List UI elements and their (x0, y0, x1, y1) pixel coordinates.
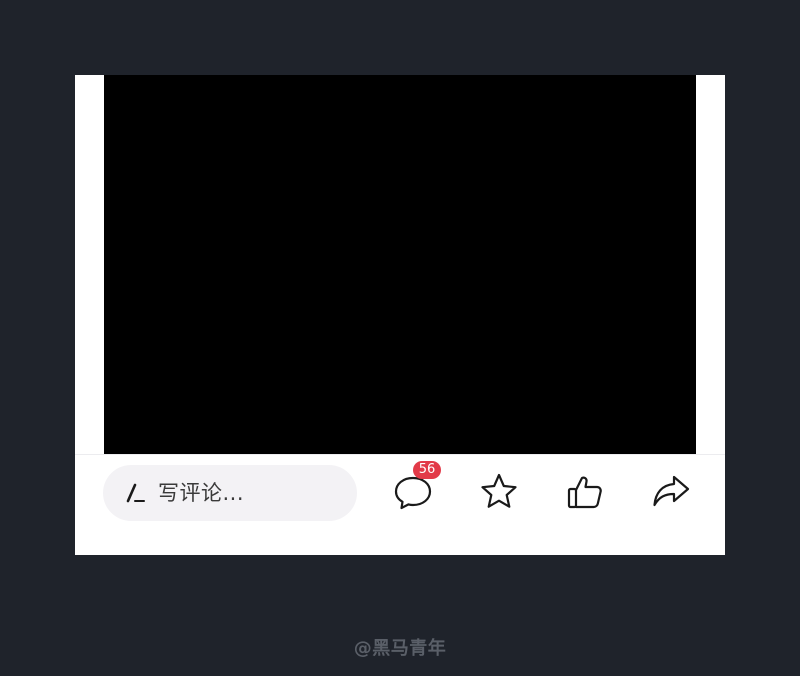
watermark: @黑马青年 (353, 638, 447, 659)
pen-icon (123, 481, 147, 505)
comment-input[interactable]: 写评论... (103, 465, 357, 521)
like-button[interactable] (561, 468, 609, 516)
favorite-button[interactable] (475, 468, 523, 516)
comment-placeholder: 写评论... (158, 481, 245, 505)
video-player[interactable] (104, 75, 696, 454)
star-icon (475, 473, 523, 520)
thumbs-up-icon (561, 476, 609, 520)
article-view: 写评论... 56 (75, 75, 725, 555)
comment-icon (389, 476, 437, 520)
share-button[interactable] (647, 468, 695, 516)
comment-button[interactable]: 56 (389, 461, 441, 516)
share-icon (647, 475, 695, 520)
bottom-action-bar: 写评论... 56 (75, 454, 725, 555)
comment-count-badge: 56 (413, 461, 441, 479)
